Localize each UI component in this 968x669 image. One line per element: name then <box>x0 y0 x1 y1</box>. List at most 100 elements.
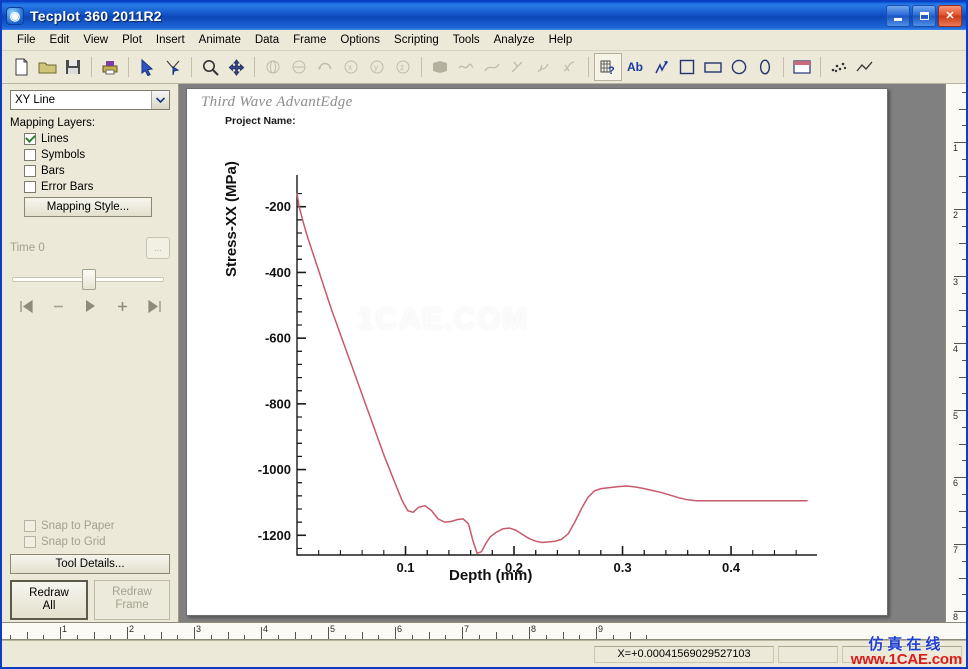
skip-to-end-icon[interactable] <box>144 297 164 315</box>
page-watermark-chinese: 仿真在线 <box>868 635 945 653</box>
ruler-number: 2 <box>129 624 135 634</box>
select-arrow-icon[interactable] <box>134 54 160 80</box>
time-details-button[interactable]: ... <box>146 237 170 259</box>
streamtrace-rake-icon <box>531 54 557 80</box>
skip-to-start-icon[interactable] <box>16 297 36 315</box>
text-tool-label: Ab <box>627 60 643 74</box>
toolbar-separator <box>254 57 255 77</box>
line-tool-icon[interactable] <box>852 54 878 80</box>
time-label-row: Time 0 ... <box>10 237 170 259</box>
rotate-y-icon: y <box>364 54 390 80</box>
zoom-magnifier-icon[interactable] <box>197 54 223 80</box>
page-watermark-url: www.1CAE.com <box>850 651 962 668</box>
plot-type-dropdown[interactable]: XY Line <box>10 90 170 110</box>
playback-controls <box>10 289 170 315</box>
minimize-icon[interactable] <box>886 5 910 27</box>
menu-help[interactable]: Help <box>542 32 580 48</box>
play-icon[interactable] <box>80 297 100 315</box>
pan-move-icon[interactable] <box>223 54 249 80</box>
plot-project-name-label: Project Name: <box>225 115 296 127</box>
workspace[interactable]: Third Wave AdvantEdge Project Name: 1CAE… <box>179 84 966 667</box>
checkbox-lines-box[interactable] <box>24 133 36 145</box>
rectangle-tool-icon[interactable] <box>700 54 726 80</box>
menu-view[interactable]: View <box>76 32 115 48</box>
time-slider-thumb[interactable] <box>82 269 96 290</box>
save-icon[interactable] <box>60 54 86 80</box>
step-forward-icon[interactable] <box>112 297 132 315</box>
ruler-minor-tick <box>646 635 648 639</box>
tecplot-application-window: ◉ Tecplot 360 2011R2 ✕ File Edit View Pl… <box>0 0 968 669</box>
ruler-minor-tick <box>959 309 966 311</box>
title-bar: ◉ Tecplot 360 2011R2 ✕ <box>2 2 966 30</box>
ruler-major-tick <box>194 627 195 639</box>
svg-text:-1000: -1000 <box>258 462 291 477</box>
toolbar-separator <box>421 57 422 77</box>
rotate-twist-icon <box>312 54 338 80</box>
menu-data[interactable]: Data <box>248 32 286 48</box>
horizontal-ruler[interactable]: 1 2 3 4 5 6 7 8 9 <box>2 622 966 640</box>
menu-edit[interactable]: Edit <box>43 32 77 48</box>
menu-insert[interactable]: Insert <box>149 32 192 48</box>
redraw-all-button[interactable]: Redraw All <box>10 580 88 620</box>
redraw-frame-line2: Frame <box>115 599 149 611</box>
ruler-number: 5 <box>952 411 958 421</box>
plot-type-value: XY Line <box>15 94 56 106</box>
step-back-icon[interactable] <box>48 297 68 315</box>
svg-text:-400: -400 <box>265 265 291 280</box>
checkbox-symbols-box[interactable] <box>24 149 36 161</box>
ruler-minor-tick <box>93 632 95 639</box>
chevron-down-icon[interactable] <box>151 91 169 109</box>
menu-options[interactable]: Options <box>333 32 387 48</box>
checkbox-bars[interactable]: Bars <box>24 165 170 177</box>
probe-help-icon[interactable]: ? <box>594 53 622 81</box>
ruler-minor-tick <box>959 175 966 177</box>
ruler-minor-tick <box>294 632 296 639</box>
time-slider[interactable] <box>10 267 170 290</box>
ruler-minor-tick <box>411 635 413 639</box>
menu-file[interactable]: File <box>10 32 43 48</box>
ruler-minor-tick <box>959 510 966 512</box>
ruler-number: 2 <box>952 210 958 220</box>
ruler-minor-tick <box>612 635 614 639</box>
streamtrace-icon <box>453 54 479 80</box>
adjust-tool-icon[interactable] <box>160 54 186 80</box>
x-axis-label: Depth (mm) <box>449 567 533 584</box>
square-tool-icon[interactable] <box>674 54 700 80</box>
checkbox-lines[interactable]: Lines <box>24 133 170 145</box>
open-folder-icon[interactable] <box>34 54 60 80</box>
svg-text:-200: -200 <box>265 199 291 214</box>
ellipse-tool-icon[interactable] <box>752 54 778 80</box>
menu-tools[interactable]: Tools <box>446 32 487 48</box>
checkbox-snap-to-grid-box <box>24 536 36 548</box>
menu-animate[interactable]: Animate <box>192 32 248 48</box>
image-tool-icon[interactable] <box>789 54 815 80</box>
menu-analyze[interactable]: Analyze <box>487 32 542 48</box>
plot-paper[interactable]: Third Wave AdvantEdge Project Name: 1CAE… <box>186 88 888 616</box>
scatter-tool-icon[interactable] <box>826 54 852 80</box>
text-tool-icon[interactable]: Ab <box>622 54 648 80</box>
ruler-minor-tick <box>26 632 28 639</box>
menu-plot[interactable]: Plot <box>115 32 149 48</box>
circle-tool-icon[interactable] <box>726 54 752 80</box>
menu-scripting[interactable]: Scripting <box>387 32 446 48</box>
menu-frame[interactable]: Frame <box>286 32 333 48</box>
tool-details-button[interactable]: Tool Details... <box>10 554 170 574</box>
ruler-minor-tick <box>76 635 78 639</box>
polyline-tool-icon[interactable] <box>648 54 674 80</box>
ruler-number: 4 <box>263 624 269 634</box>
close-icon[interactable]: ✕ <box>938 5 962 27</box>
chart-plot-area: -200-400-600-800-1000-12000.1 0.2 0.3 0.4 <box>258 175 817 575</box>
ruler-minor-tick <box>579 635 581 639</box>
maximize-icon[interactable] <box>912 5 936 27</box>
vertical-ruler[interactable]: 1 2 3 4 5 6 7 8 <box>945 84 966 667</box>
print-icon[interactable] <box>97 54 123 80</box>
checkbox-error-bars[interactable]: Error Bars <box>24 181 170 193</box>
new-file-icon[interactable] <box>8 54 34 80</box>
checkbox-symbols[interactable]: Symbols <box>24 149 170 161</box>
ruler-number: 6 <box>952 478 958 488</box>
checkbox-error-bars-box[interactable] <box>24 181 36 193</box>
ruler-minor-tick <box>110 635 112 639</box>
ruler-number: 9 <box>598 624 604 634</box>
checkbox-bars-box[interactable] <box>24 165 36 177</box>
mapping-style-button[interactable]: Mapping Style... <box>24 197 152 217</box>
